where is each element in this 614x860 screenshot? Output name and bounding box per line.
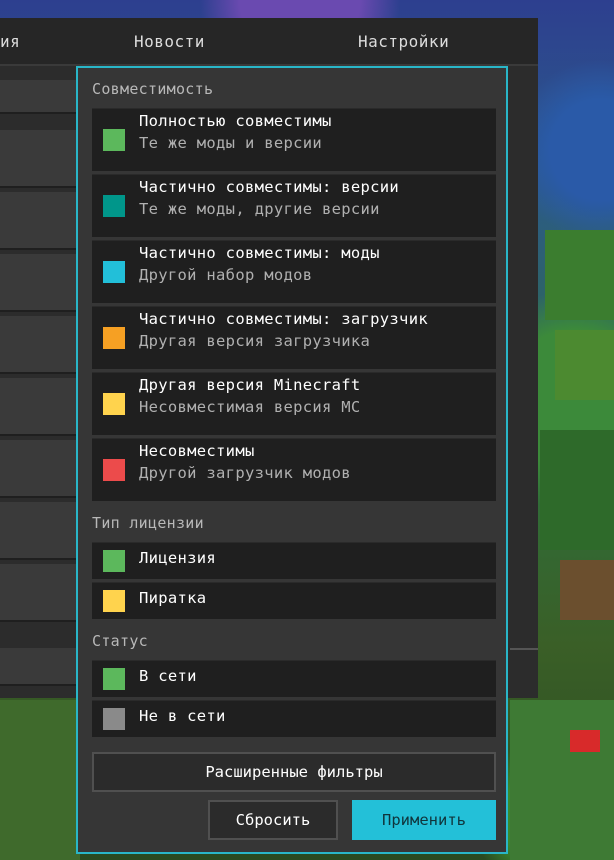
compatibility-section-title: Совместимость (92, 80, 214, 98)
filter-subtitle: Те же моды, другие версии (139, 200, 380, 218)
filter-title: Частично совместимы: версии (139, 178, 400, 196)
filter-title: Пиратка (139, 589, 207, 607)
server-list-row[interactable] (0, 130, 76, 188)
background-scenery (0, 700, 80, 860)
color-swatch (103, 129, 125, 151)
color-swatch (103, 708, 125, 730)
filter-popup: Совместимость Полностью совместимы Те же… (76, 66, 508, 854)
divider (510, 648, 538, 650)
filter-title: В сети (139, 667, 197, 685)
server-list-row[interactable] (0, 440, 76, 498)
color-swatch (103, 195, 125, 217)
filter-subtitle: Другой набор модов (139, 266, 313, 284)
filter-subtitle: Те же моды и версии (139, 134, 323, 152)
filter-subtitle: Несовместимая версия MC (139, 398, 361, 416)
background-scenery (560, 560, 614, 620)
filter-title: Частично совместимы: загрузчик (139, 310, 428, 328)
background-scenery (510, 700, 614, 860)
advanced-filters-button[interactable]: Расширенные фильтры (92, 752, 496, 792)
filter-license-pirate[interactable]: Пиратка (92, 582, 496, 619)
background-scenery (555, 330, 614, 400)
filter-compat-full[interactable]: Полностью совместимы Те же моды и версии (92, 108, 496, 171)
color-swatch (103, 590, 125, 612)
filter-status-online[interactable]: В сети (92, 660, 496, 697)
filter-compat-mods[interactable]: Частично совместимы: моды Другой набор м… (92, 240, 496, 303)
color-swatch (103, 668, 125, 690)
server-list-row[interactable] (0, 502, 76, 560)
color-swatch (103, 261, 125, 283)
license-section-title: Тип лицензии (92, 514, 204, 532)
filter-title: Не в сети (139, 707, 226, 725)
server-list-row[interactable] (0, 192, 76, 250)
color-swatch (103, 459, 125, 481)
filter-subtitle: Другая версия загрузчика (139, 332, 371, 350)
color-swatch (103, 550, 125, 572)
background-scenery (545, 230, 614, 320)
server-list-row[interactable] (0, 378, 76, 436)
filter-compat-incompatible[interactable]: Несовместимы Другой загрузчик модов (92, 438, 496, 501)
apply-button[interactable]: Применить (352, 800, 496, 840)
tab-partial[interactable]: ия (0, 32, 20, 51)
filter-title: Полностью совместимы (139, 112, 332, 130)
background-flower (570, 730, 600, 752)
filter-title: Несовместимы (139, 442, 255, 460)
filter-title: Лицензия (139, 549, 217, 567)
filter-title: Частично совместимы: моды (139, 244, 380, 262)
server-list-row[interactable] (0, 254, 76, 312)
tab-settings[interactable]: Настройки (358, 32, 449, 51)
color-swatch (103, 327, 125, 349)
server-list-row[interactable] (0, 648, 76, 686)
background-scenery (540, 430, 614, 550)
reset-button[interactable]: Сбросить (208, 800, 338, 840)
top-nav-bar: ия Новости Настройки (0, 18, 538, 66)
color-swatch (103, 393, 125, 415)
filter-license-licensed[interactable]: Лицензия (92, 542, 496, 579)
server-list-row[interactable] (0, 316, 76, 374)
filter-status-offline[interactable]: Не в сети (92, 700, 496, 737)
status-section-title: Статус (92, 632, 148, 650)
filter-compat-mc-version[interactable]: Другая версия Minecraft Несовместимая ве… (92, 372, 496, 435)
tab-news[interactable]: Новости (134, 32, 205, 51)
server-list-row[interactable] (0, 564, 76, 622)
server-list-row[interactable] (0, 80, 76, 114)
filter-title: Другая версия Minecraft (139, 376, 361, 394)
filter-subtitle: Другой загрузчик модов (139, 464, 351, 482)
filter-compat-versions[interactable]: Частично совместимы: версии Те же моды, … (92, 174, 496, 237)
filter-compat-loader[interactable]: Частично совместимы: загрузчик Другая ве… (92, 306, 496, 369)
